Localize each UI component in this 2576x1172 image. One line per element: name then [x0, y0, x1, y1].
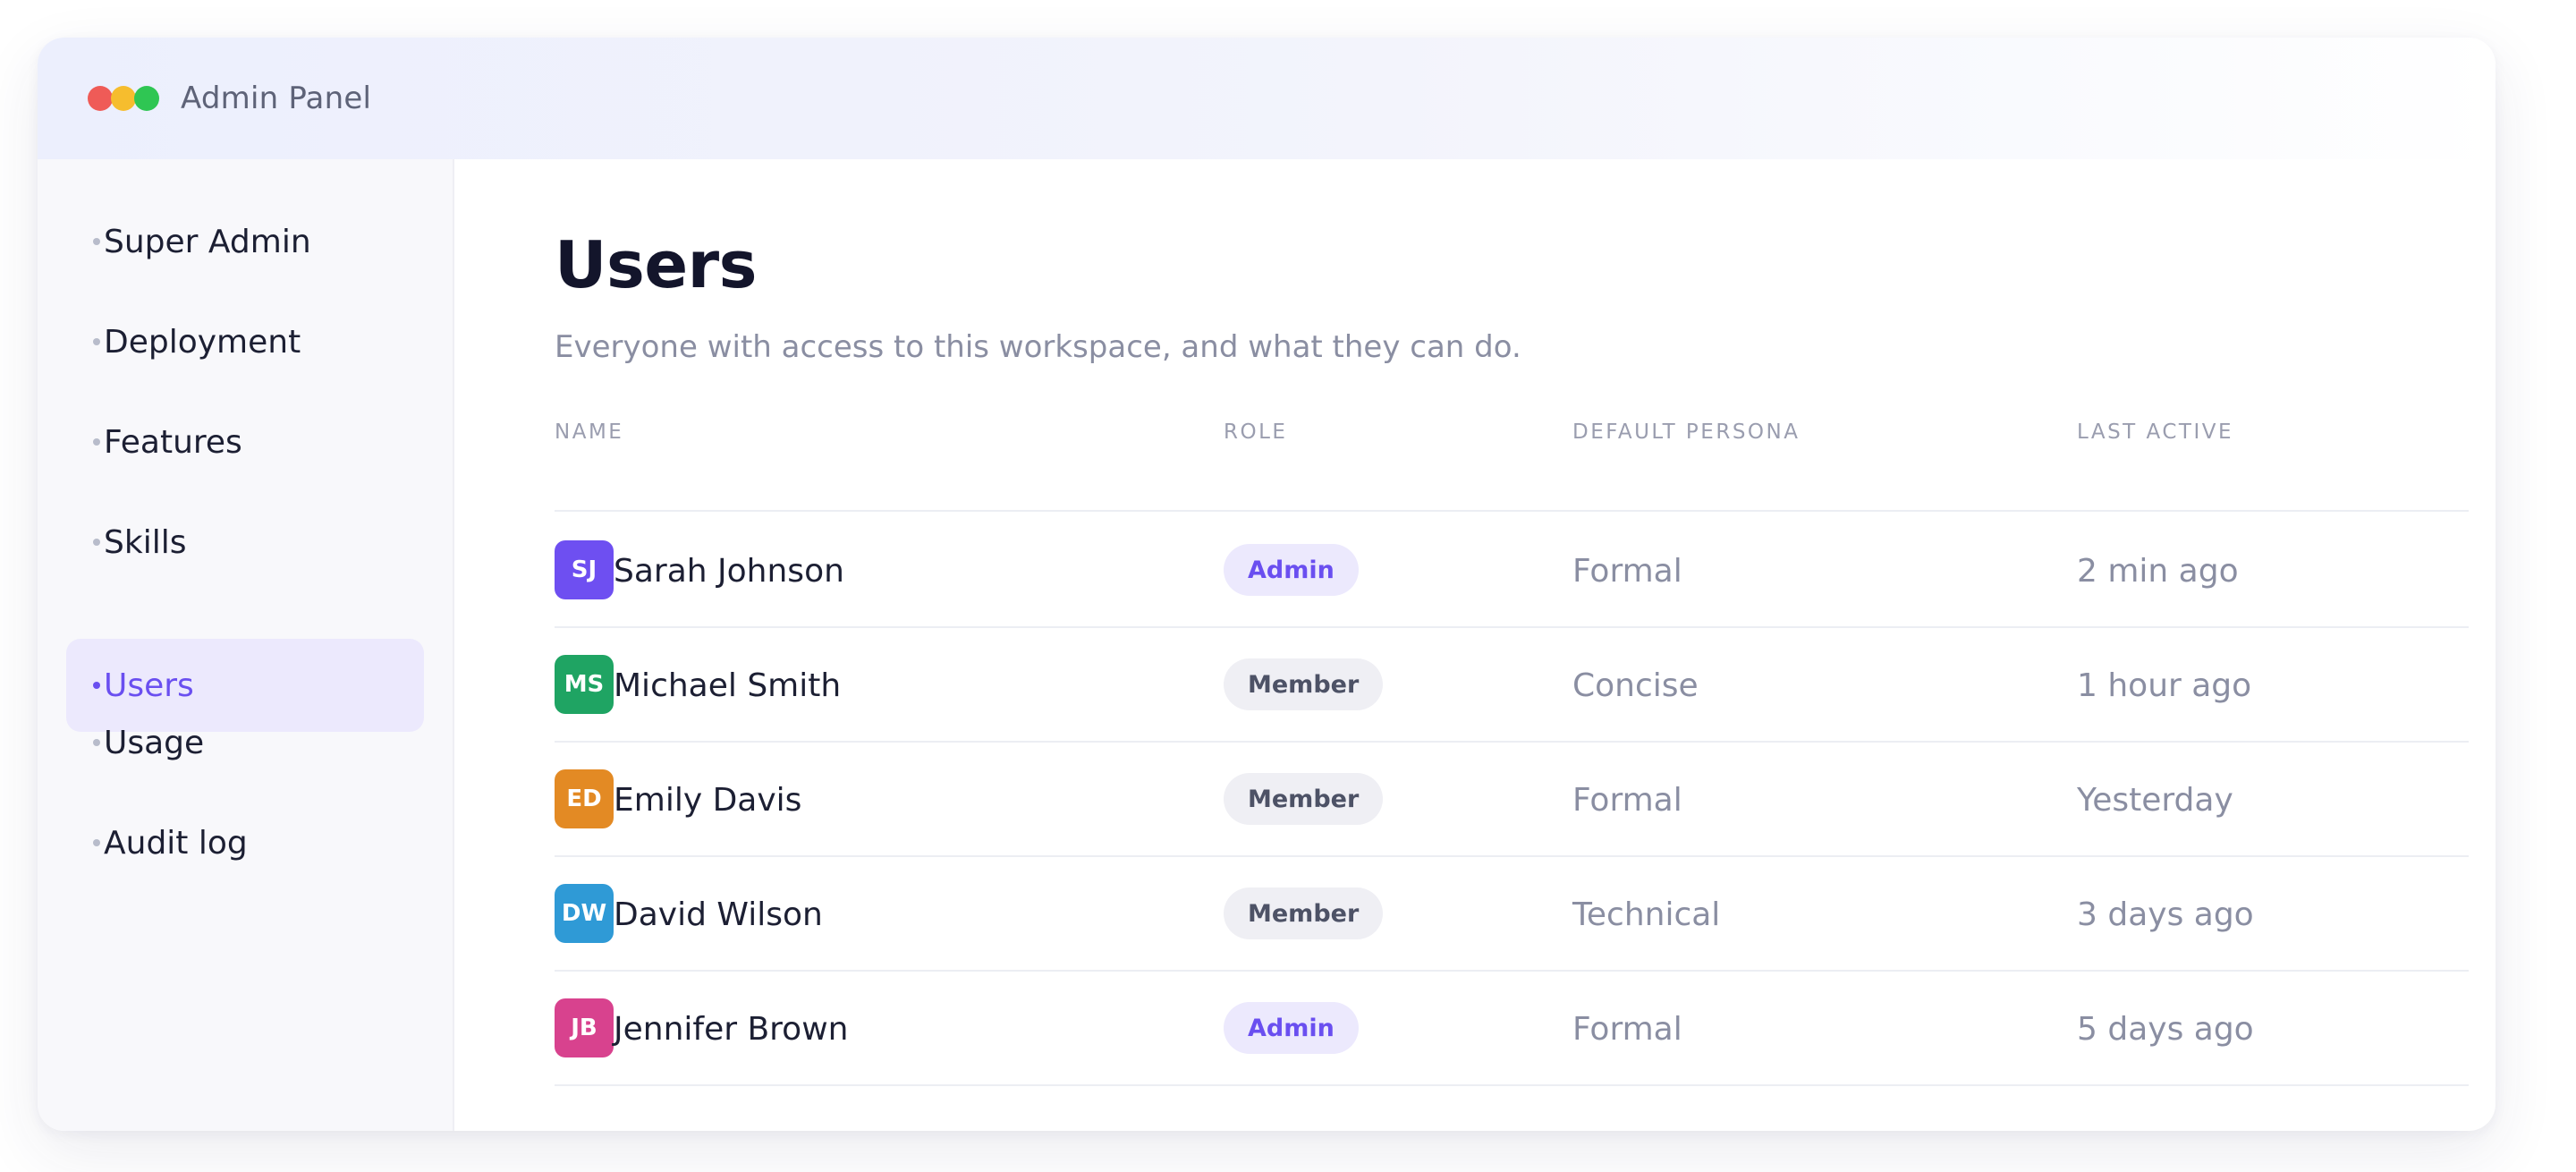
sidebar-item-skills[interactable]: Skills	[66, 496, 424, 589]
last-active: Yesterday	[2077, 782, 2233, 819]
avatar: MS	[555, 655, 614, 714]
sidebar-item-super-admin[interactable]: Super Admin	[66, 195, 424, 288]
last-active: 2 min ago	[2077, 553, 2239, 590]
user-name: Jennifer Brown	[614, 1011, 849, 1048]
bullet-icon	[93, 682, 100, 689]
column-header-default-persona: DEFAULT PERSONA	[1572, 420, 1801, 444]
bullet-icon	[93, 238, 100, 245]
sidebar-item-audit-log[interactable]: Audit log	[66, 796, 424, 889]
default-persona: Formal	[1572, 782, 1682, 819]
sidebar-item-features[interactable]: Features	[66, 395, 424, 488]
default-persona: Formal	[1572, 1011, 1682, 1048]
maximize-window-button[interactable]	[134, 86, 159, 111]
minimize-window-button[interactable]	[111, 86, 136, 111]
role-badge: Admin	[1224, 544, 1359, 596]
table-row[interactable]: MS Michael Smith Member Concise 1 hour a…	[555, 626, 2469, 741]
sidebar-item-usage[interactable]: Usage	[66, 696, 424, 789]
sidebar-item-label: Deployment	[104, 323, 301, 361]
main-content: Users Everyone with access to this works…	[454, 159, 2496, 1131]
table-row[interactable]: JB Jennifer Brown Admin Formal 5 days ag…	[555, 970, 2469, 1084]
role-badge: Admin	[1224, 1002, 1359, 1054]
last-active: 5 days ago	[2077, 1011, 2254, 1048]
default-persona: Formal	[1572, 553, 1682, 590]
app-title: Admin Panel	[181, 81, 372, 116]
page-title: Users	[555, 227, 758, 302]
avatar: ED	[555, 769, 614, 828]
user-name: David Wilson	[614, 896, 823, 933]
avatar: SJ	[555, 540, 614, 599]
default-persona: Technical	[1572, 896, 1721, 933]
role-badge: Member	[1224, 658, 1384, 710]
column-header-last-active: LAST ACTIVE	[2077, 420, 2234, 444]
sidebar-item-label: Audit log	[104, 824, 248, 862]
table-row[interactable]: SJ Sarah Johnson Admin Formal 2 min ago	[555, 512, 2469, 626]
sidebar: Super Admin Deployment Features Skills U…	[38, 159, 454, 1131]
title-bar: Admin Panel	[38, 38, 2496, 159]
bullet-icon	[93, 338, 100, 345]
column-header-role: ROLE	[1224, 420, 1288, 444]
last-active: 1 hour ago	[2077, 667, 2252, 704]
bullet-icon	[93, 839, 100, 846]
default-persona: Concise	[1572, 667, 1699, 704]
role-badge: Member	[1224, 773, 1384, 825]
window-controls	[88, 86, 159, 111]
role-badge: Member	[1224, 887, 1384, 939]
column-header-name: NAME	[555, 420, 624, 444]
table-row[interactable]: DW David Wilson Member Technical 3 days …	[555, 855, 2469, 970]
sidebar-item-deployment[interactable]: Deployment	[66, 295, 424, 388]
row-divider	[555, 1084, 2469, 1086]
avatar: JB	[555, 998, 614, 1057]
sidebar-item-label: Usage	[104, 724, 205, 761]
user-name: Emily Davis	[614, 782, 802, 819]
last-active: 3 days ago	[2077, 896, 2254, 933]
sidebar-item-label: Skills	[104, 523, 187, 561]
close-window-button[interactable]	[88, 86, 113, 111]
avatar: DW	[555, 884, 614, 943]
admin-window: Admin Panel Super Admin Deployment Featu…	[38, 38, 2496, 1131]
bullet-icon	[93, 438, 100, 446]
bullet-icon	[93, 739, 100, 746]
page-subtitle: Everyone with access to this workspace, …	[555, 329, 1521, 365]
bullet-icon	[93, 539, 100, 546]
sidebar-item-label: Features	[104, 423, 242, 461]
table-row[interactable]: ED Emily Davis Member Formal Yesterday	[555, 741, 2469, 855]
sidebar-item-label: Super Admin	[104, 223, 311, 260]
user-name: Sarah Johnson	[614, 553, 844, 590]
user-name: Michael Smith	[614, 667, 842, 704]
